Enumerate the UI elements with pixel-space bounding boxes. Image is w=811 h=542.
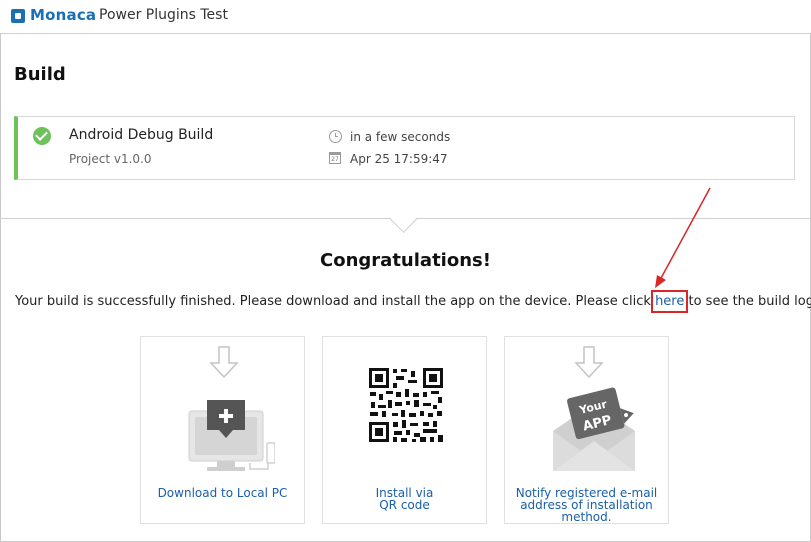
install-via-qr-label-line2[interactable]: QR code (323, 499, 486, 511)
clock-icon (329, 130, 342, 143)
download-to-pc-label[interactable]: Download to Local PC (141, 487, 304, 499)
annotation-arrow-icon (655, 187, 711, 288)
monaca-logo-icon (11, 9, 25, 23)
build-date: Apr 25 17:59:47 (350, 152, 448, 166)
email-app-icon: Your APP (553, 346, 635, 471)
download-to-pc-icon (188, 346, 275, 471)
install-via-qr-card[interactable]: Install via QR code (322, 336, 487, 524)
top-bar: Monaca Power Plugins Test (0, 0, 811, 34)
app-title: Power Plugins Test (99, 7, 228, 23)
result-message: Your build is successfully finished. Ple… (15, 290, 811, 313)
build-version: Project v1.0.0 (69, 152, 152, 166)
message-text-before: Your build is successfully finished. Ple… (15, 294, 656, 309)
qr-code-icon (368, 367, 444, 443)
download-to-pc-card[interactable]: Download to Local PC (140, 336, 305, 524)
message-text-after: to see the build log. (684, 294, 811, 309)
notify-email-label-line3[interactable]: method. (505, 511, 668, 523)
check-circle-icon (33, 127, 51, 145)
build-time: in a few seconds (350, 130, 451, 144)
logo-text[interactable]: Monaca (30, 6, 96, 24)
notify-email-card[interactable]: Your APP Notify registered e-mail addres… (504, 336, 669, 524)
build-status-card (14, 116, 795, 180)
build-name: Android Debug Build (69, 127, 214, 143)
calendar-icon: 27 (329, 152, 341, 164)
build-log-link[interactable]: here (651, 290, 689, 313)
page-title: Build (14, 64, 66, 85)
